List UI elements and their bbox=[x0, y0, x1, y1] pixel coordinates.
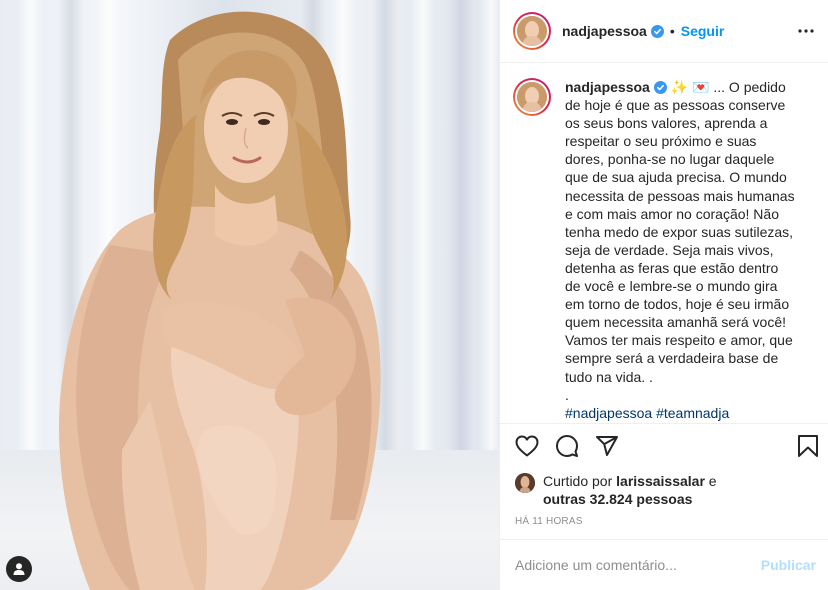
heart-icon bbox=[515, 435, 539, 457]
publish-button[interactable]: Publicar bbox=[761, 557, 816, 573]
caption-text-line: necessita de pessoas mais humanas bbox=[565, 187, 795, 204]
likes-count-link[interactable]: outras 32.824 pessoas bbox=[543, 491, 692, 507]
post-actions: Curtido por larissaissalar e outras 32.8… bbox=[500, 423, 828, 527]
share-icon bbox=[596, 436, 618, 456]
hashtag-link[interactable]: #nadjapessoa bbox=[565, 405, 652, 421]
caption-text-line: os seus bons valores, aprenda a bbox=[565, 115, 768, 132]
avatar-image bbox=[517, 82, 547, 112]
likes-summary: Curtido por larissaissalar e outras 32.8… bbox=[500, 468, 828, 508]
follow-button[interactable]: Seguir bbox=[681, 23, 725, 39]
caption-username[interactable]: nadjapessoa bbox=[565, 79, 650, 95]
caption-text-line: em torno de todos, hoje é seu irmão bbox=[565, 296, 790, 313]
caption-text-line: de você e lembre-se o mundo gira bbox=[565, 278, 778, 295]
caption-text-line: respeitar o seu próximo e suas bbox=[565, 133, 757, 150]
verified-badge-icon bbox=[650, 24, 664, 38]
caption: nadjapessoa ✨ 💌 ... O pedido de hoje é q… bbox=[565, 78, 815, 422]
header-username[interactable]: nadjapessoa bbox=[562, 23, 647, 39]
separator-dot: • bbox=[669, 23, 675, 39]
caption-text-line: detenha as feras que estão dentro bbox=[565, 259, 779, 276]
comment-input[interactable] bbox=[515, 557, 761, 573]
hashtag-link[interactable]: #teamnadja bbox=[656, 405, 729, 421]
liked-by-username[interactable]: larissaissalar bbox=[616, 473, 705, 489]
caption-text-line: . bbox=[565, 386, 569, 403]
save-button[interactable] bbox=[797, 434, 819, 458]
woman-figure bbox=[59, 11, 381, 590]
user-icon bbox=[13, 563, 25, 575]
more-options-button[interactable] bbox=[798, 29, 814, 33]
tagged-users-button[interactable] bbox=[6, 556, 32, 582]
caption-emoji: ✨ 💌 bbox=[670, 79, 710, 95]
likes-prefix: Curtido por bbox=[543, 473, 613, 489]
comment-icon bbox=[556, 435, 578, 457]
caption-text-line: que de sua ajuda precisa. O mundo bbox=[565, 169, 787, 186]
like-button[interactable] bbox=[515, 435, 539, 457]
caption-text-line: quem necessita amanhã será você! bbox=[565, 314, 787, 331]
caption-text-line: ... O pedido bbox=[713, 79, 786, 95]
comment-button[interactable] bbox=[555, 434, 579, 458]
avatar-image bbox=[515, 473, 535, 493]
bookmark-icon bbox=[798, 435, 818, 457]
comment-bar: Publicar bbox=[500, 539, 828, 590]
caption-text-line: dores, ponha-se no lugar daquele bbox=[565, 151, 775, 168]
likes-and: e bbox=[708, 473, 717, 489]
caption-text-line: sempre será a verdadeira base de bbox=[565, 350, 779, 367]
post-photo[interactable] bbox=[0, 0, 499, 590]
share-button[interactable] bbox=[595, 434, 619, 458]
verified-badge-icon bbox=[653, 81, 667, 94]
caption-text-line: Vamos ter mais respeito e amor, que bbox=[565, 332, 793, 349]
post-header: nadjapessoa • Seguir bbox=[500, 0, 828, 63]
caption-text-line: de hoje é que as pessoas conserve bbox=[565, 97, 786, 114]
caption-text-line: tenha medo de expor suas sutilezas, bbox=[565, 223, 794, 240]
post-side-panel: nadjapessoa • Seguir nadjapessoa ✨ 💌 ...… bbox=[499, 0, 828, 590]
more-options-icon bbox=[798, 29, 814, 33]
profile-avatar[interactable] bbox=[513, 12, 551, 50]
caption-hashtags: #nadjapessoa #teamnadja bbox=[565, 404, 815, 422]
caption-scroll-area[interactable]: nadjapessoa ✨ 💌 ... O pedido de hoje é q… bbox=[500, 64, 828, 423]
caption-text-line: seja de verdade. Seja mais vivos, bbox=[565, 241, 774, 258]
caption-text-line: e com mais amor no coração! Não bbox=[565, 205, 779, 222]
caption-avatar[interactable] bbox=[513, 78, 551, 116]
caption-text-line: tudo na vida. . bbox=[565, 368, 653, 385]
avatar-image bbox=[517, 16, 547, 46]
post-timestamp[interactable]: Há 11 horas bbox=[500, 508, 828, 527]
liker-avatar[interactable] bbox=[515, 473, 535, 493]
